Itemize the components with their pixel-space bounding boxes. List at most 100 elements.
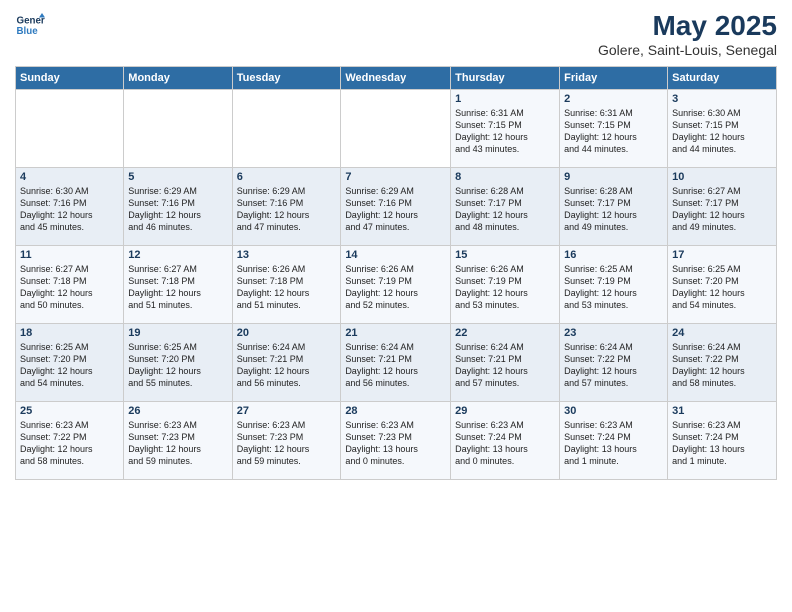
calendar-cell-w3-d3: 21 Sunrise: 6:24 AM Sunset: 7:21 PM Dayli… (341, 324, 451, 402)
calendar-cell-w0-d2 (232, 90, 341, 168)
calendar-cell-w2-d0: 11 Sunrise: 6:27 AM Sunset: 7:18 PM Dayli… (16, 246, 124, 324)
day-info: Sunrise: 6:24 AM Sunset: 7:21 PM Dayligh… (237, 341, 337, 390)
day-number: 3 (672, 93, 772, 105)
calendar-cell-w4-d6: 31 Sunrise: 6:23 AM Sunset: 7:24 PM Dayli… (668, 402, 777, 480)
calendar-cell-w2-d4: 15 Sunrise: 6:26 AM Sunset: 7:19 PM Dayli… (451, 246, 560, 324)
day-info: Sunrise: 6:23 AM Sunset: 7:24 PM Dayligh… (455, 419, 555, 468)
day-info: Sunrise: 6:24 AM Sunset: 7:22 PM Dayligh… (564, 341, 663, 390)
weekday-sunday: Sunday (16, 67, 124, 90)
calendar-cell-w3-d5: 23 Sunrise: 6:24 AM Sunset: 7:22 PM Dayli… (560, 324, 668, 402)
day-number: 2 (564, 93, 663, 105)
day-info: Sunrise: 6:23 AM Sunset: 7:23 PM Dayligh… (128, 419, 227, 468)
calendar-cell-w0-d3 (341, 90, 451, 168)
logo: General Blue (15, 10, 45, 40)
calendar-cell-w2-d5: 16 Sunrise: 6:25 AM Sunset: 7:19 PM Dayli… (560, 246, 668, 324)
day-number: 21 (345, 327, 446, 339)
day-number: 8 (455, 171, 555, 183)
subtitle: Golere, Saint-Louis, Senegal (598, 42, 777, 58)
day-number: 31 (672, 405, 772, 417)
header: General Blue May 2025 Golere, Saint-Loui… (15, 10, 777, 58)
day-info: Sunrise: 6:23 AM Sunset: 7:24 PM Dayligh… (672, 419, 772, 468)
day-info: Sunrise: 6:26 AM Sunset: 7:18 PM Dayligh… (237, 263, 337, 312)
day-info: Sunrise: 6:23 AM Sunset: 7:22 PM Dayligh… (20, 419, 119, 468)
calendar-cell-w4-d5: 30 Sunrise: 6:23 AM Sunset: 7:24 PM Dayli… (560, 402, 668, 480)
calendar-cell-w0-d6: 3Sunrise: 6:30 AM Sunset: 7:15 PM Daylig… (668, 90, 777, 168)
calendar-cell-w4-d2: 27 Sunrise: 6:23 AM Sunset: 7:23 PM Dayli… (232, 402, 341, 480)
day-info: Sunrise: 6:25 AM Sunset: 7:20 PM Dayligh… (672, 263, 772, 312)
calendar-week-3: 18Sunrise: 6:25 AM Sunset: 7:20 PM Dayli… (16, 324, 777, 402)
weekday-monday: Monday (124, 67, 232, 90)
calendar-week-0: 1Sunrise: 6:31 AM Sunset: 7:15 PM Daylig… (16, 90, 777, 168)
day-number: 17 (672, 249, 772, 261)
day-info: Sunrise: 6:25 AM Sunset: 7:20 PM Dayligh… (128, 341, 227, 390)
day-info: Sunrise: 6:31 AM Sunset: 7:15 PM Dayligh… (455, 107, 555, 156)
day-info: Sunrise: 6:26 AM Sunset: 7:19 PM Dayligh… (455, 263, 555, 312)
day-number: 6 (237, 171, 337, 183)
day-number: 5 (128, 171, 227, 183)
day-number: 27 (237, 405, 337, 417)
day-info: Sunrise: 6:24 AM Sunset: 7:21 PM Dayligh… (345, 341, 446, 390)
calendar-cell-w1-d3: 7Sunrise: 6:29 AM Sunset: 7:16 PM Daylig… (341, 168, 451, 246)
day-info: Sunrise: 6:23 AM Sunset: 7:24 PM Dayligh… (564, 419, 663, 468)
calendar-cell-w4-d1: 26 Sunrise: 6:23 AM Sunset: 7:23 PM Dayli… (124, 402, 232, 480)
calendar-cell-w4-d0: 25 Sunrise: 6:23 AM Sunset: 7:22 PM Dayli… (16, 402, 124, 480)
svg-text:Blue: Blue (17, 26, 39, 37)
calendar-cell-w0-d1 (124, 90, 232, 168)
calendar-cell-w1-d5: 9Sunrise: 6:28 AM Sunset: 7:17 PM Daylig… (560, 168, 668, 246)
calendar-cell-w2-d6: 17 Sunrise: 6:25 AM Sunset: 7:20 PM Dayli… (668, 246, 777, 324)
calendar-cell-w3-d2: 20 Sunrise: 6:24 AM Sunset: 7:21 PM Dayli… (232, 324, 341, 402)
day-number: 15 (455, 249, 555, 261)
day-info: Sunrise: 6:23 AM Sunset: 7:23 PM Dayligh… (237, 419, 337, 468)
day-info: Sunrise: 6:24 AM Sunset: 7:22 PM Dayligh… (672, 341, 772, 390)
day-number: 22 (455, 327, 555, 339)
logo-icon: General Blue (15, 10, 45, 40)
day-info: Sunrise: 6:24 AM Sunset: 7:21 PM Dayligh… (455, 341, 555, 390)
day-info: Sunrise: 6:25 AM Sunset: 7:19 PM Dayligh… (564, 263, 663, 312)
day-info: Sunrise: 6:28 AM Sunset: 7:17 PM Dayligh… (455, 185, 555, 234)
day-number: 11 (20, 249, 119, 261)
day-number: 19 (128, 327, 227, 339)
day-info: Sunrise: 6:23 AM Sunset: 7:23 PM Dayligh… (345, 419, 446, 468)
calendar-week-4: 25 Sunrise: 6:23 AM Sunset: 7:22 PM Dayli… (16, 402, 777, 480)
day-info: Sunrise: 6:29 AM Sunset: 7:16 PM Dayligh… (345, 185, 446, 234)
day-info: Sunrise: 6:26 AM Sunset: 7:19 PM Dayligh… (345, 263, 446, 312)
day-number: 26 (128, 405, 227, 417)
day-number: 12 (128, 249, 227, 261)
day-number: 23 (564, 327, 663, 339)
calendar-cell-w2-d2: 13 Sunrise: 6:26 AM Sunset: 7:18 PM Dayli… (232, 246, 341, 324)
day-number: 29 (455, 405, 555, 417)
calendar-cell-w1-d4: 8 Sunrise: 6:28 AM Sunset: 7:17 PM Daylig… (451, 168, 560, 246)
day-number: 4 (20, 171, 119, 183)
day-number: 14 (345, 249, 446, 261)
day-info: Sunrise: 6:31 AM Sunset: 7:15 PM Dayligh… (564, 107, 663, 156)
day-number: 30 (564, 405, 663, 417)
calendar-cell-w1-d1: 5 Sunrise: 6:29 AM Sunset: 7:16 PM Daylig… (124, 168, 232, 246)
day-info: Sunrise: 6:27 AM Sunset: 7:18 PM Dayligh… (128, 263, 227, 312)
day-info: Sunrise: 6:25 AM Sunset: 7:20 PM Dayligh… (20, 341, 119, 390)
weekday-thursday: Thursday (451, 67, 560, 90)
calendar-cell-w3-d6: 24 Sunrise: 6:24 AM Sunset: 7:22 PM Dayli… (668, 324, 777, 402)
calendar-cell-w4-d4: 29 Sunrise: 6:23 AM Sunset: 7:24 PM Dayli… (451, 402, 560, 480)
day-number: 20 (237, 327, 337, 339)
day-info: Sunrise: 6:29 AM Sunset: 7:16 PM Dayligh… (128, 185, 227, 234)
calendar-cell-w1-d0: 4Sunrise: 6:30 AM Sunset: 7:16 PM Daylig… (16, 168, 124, 246)
page: General Blue May 2025 Golere, Saint-Loui… (0, 0, 792, 612)
day-number: 24 (672, 327, 772, 339)
day-info: Sunrise: 6:27 AM Sunset: 7:18 PM Dayligh… (20, 263, 119, 312)
calendar-table: Sunday Monday Tuesday Wednesday Thursday… (15, 66, 777, 480)
weekday-saturday: Saturday (668, 67, 777, 90)
calendar-body: 1Sunrise: 6:31 AM Sunset: 7:15 PM Daylig… (16, 90, 777, 480)
day-number: 25 (20, 405, 119, 417)
main-title: May 2025 (598, 10, 777, 42)
calendar-cell-w0-d5: 2 Sunrise: 6:31 AM Sunset: 7:15 PM Daylig… (560, 90, 668, 168)
weekday-row: Sunday Monday Tuesday Wednesday Thursday… (16, 67, 777, 90)
day-number: 13 (237, 249, 337, 261)
weekday-wednesday: Wednesday (341, 67, 451, 90)
calendar-week-1: 4Sunrise: 6:30 AM Sunset: 7:16 PM Daylig… (16, 168, 777, 246)
calendar-cell-w0-d0 (16, 90, 124, 168)
calendar-week-2: 11 Sunrise: 6:27 AM Sunset: 7:18 PM Dayli… (16, 246, 777, 324)
calendar-cell-w0-d4: 1Sunrise: 6:31 AM Sunset: 7:15 PM Daylig… (451, 90, 560, 168)
day-number: 10 (672, 171, 772, 183)
day-number: 16 (564, 249, 663, 261)
calendar-cell-w3-d0: 18Sunrise: 6:25 AM Sunset: 7:20 PM Dayli… (16, 324, 124, 402)
